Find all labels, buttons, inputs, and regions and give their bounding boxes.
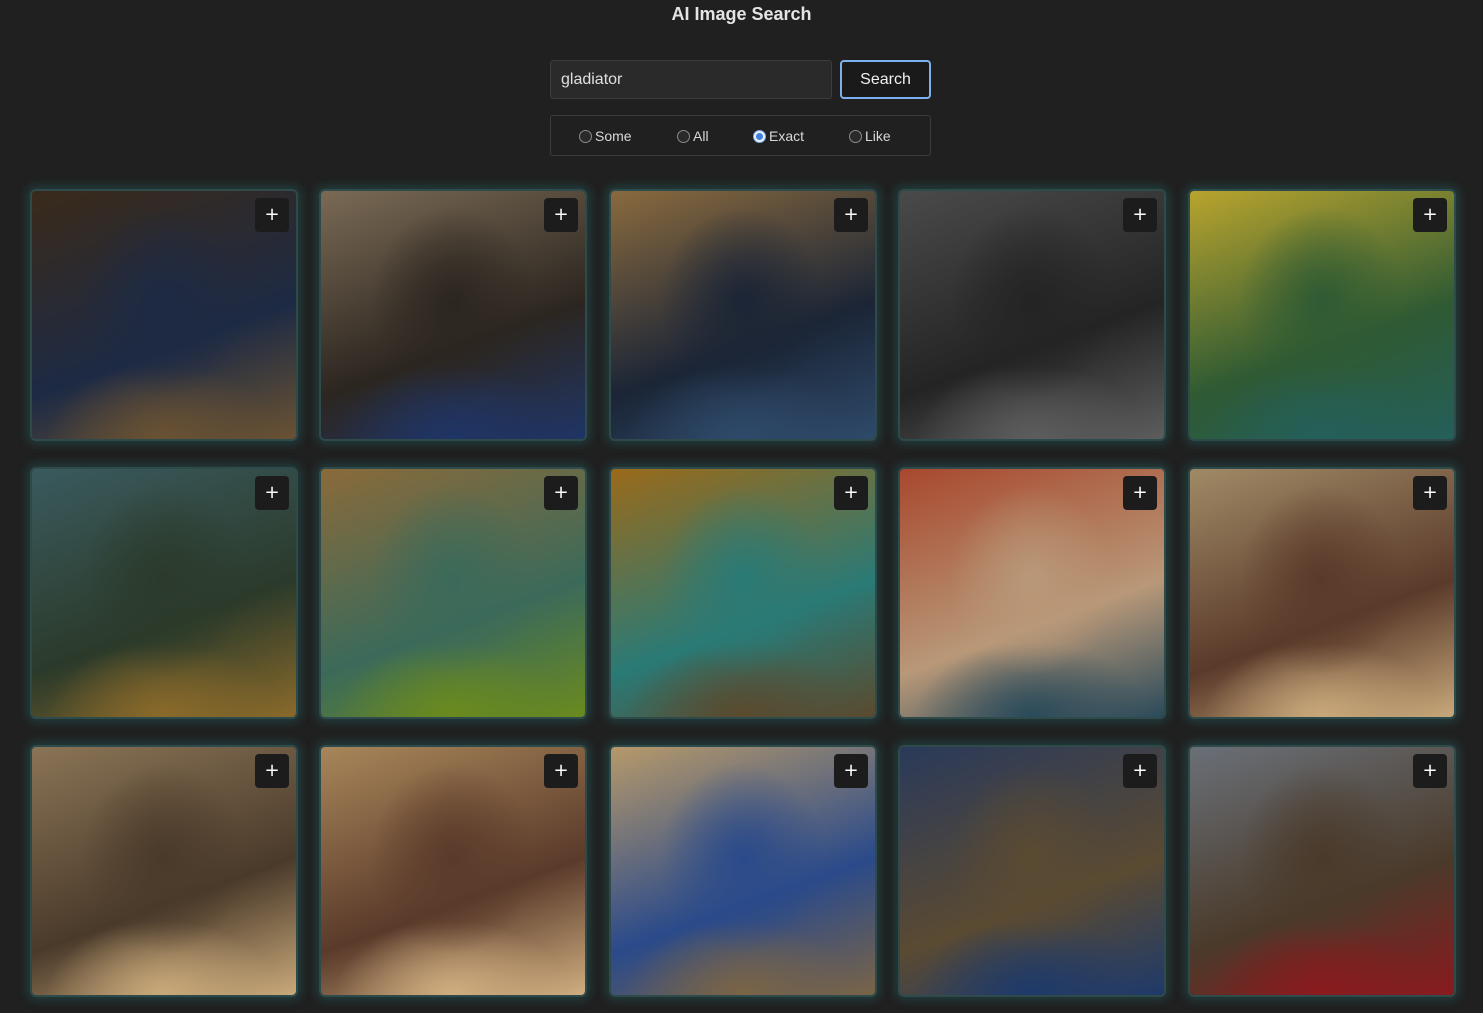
add-button[interactable]: + xyxy=(1123,754,1157,788)
result-card[interactable]: + xyxy=(319,467,587,719)
result-card[interactable]: + xyxy=(30,467,298,719)
result-card[interactable]: + xyxy=(30,745,298,997)
result-card[interactable]: + xyxy=(319,189,587,441)
page-title: AI Image Search xyxy=(671,4,812,24)
result-card[interactable]: + xyxy=(898,745,1166,997)
add-button[interactable]: + xyxy=(544,198,578,232)
result-card[interactable]: + xyxy=(898,467,1166,719)
add-button[interactable]: + xyxy=(834,198,868,232)
result-card[interactable]: + xyxy=(1188,189,1456,441)
add-button[interactable]: + xyxy=(255,754,289,788)
add-button[interactable]: + xyxy=(1123,476,1157,510)
add-button[interactable]: + xyxy=(544,476,578,510)
radio-some[interactable] xyxy=(579,129,592,143)
mode-option-some[interactable]: Some xyxy=(579,127,632,145)
result-card[interactable]: + xyxy=(898,189,1166,441)
radio-like[interactable] xyxy=(849,129,862,143)
page: AI Image Search Search Some All Exact Li… xyxy=(0,0,1483,1013)
search-button[interactable]: Search xyxy=(840,60,931,99)
add-button[interactable]: + xyxy=(544,754,578,788)
mode-option-like[interactable]: Like xyxy=(849,127,891,145)
mode-label-like: Like xyxy=(865,128,891,144)
add-button[interactable]: + xyxy=(1123,198,1157,232)
search-input[interactable] xyxy=(550,60,832,99)
result-card[interactable]: + xyxy=(609,189,877,441)
result-card[interactable]: + xyxy=(609,745,877,997)
add-button[interactable]: + xyxy=(834,476,868,510)
add-button[interactable]: + xyxy=(1413,198,1447,232)
mode-label-all: All xyxy=(693,128,709,144)
mode-label-some: Some xyxy=(595,128,632,144)
mode-option-exact[interactable]: Exact xyxy=(753,127,804,145)
mode-label-exact: Exact xyxy=(769,128,805,144)
add-button[interactable]: + xyxy=(1413,476,1447,510)
result-card[interactable]: + xyxy=(609,467,877,719)
add-button[interactable]: + xyxy=(255,198,289,232)
add-button[interactable]: + xyxy=(834,754,868,788)
result-card[interactable]: + xyxy=(1188,745,1456,997)
result-card[interactable]: + xyxy=(30,189,298,441)
add-button[interactable]: + xyxy=(1413,754,1447,788)
add-button[interactable]: + xyxy=(255,476,289,510)
radio-all[interactable] xyxy=(677,129,690,143)
result-card[interactable]: + xyxy=(1188,467,1456,719)
mode-option-all[interactable]: All xyxy=(677,127,709,145)
result-card[interactable]: + xyxy=(319,745,587,997)
search-mode-group: Some All Exact Like xyxy=(550,115,931,156)
radio-exact[interactable] xyxy=(753,129,766,143)
